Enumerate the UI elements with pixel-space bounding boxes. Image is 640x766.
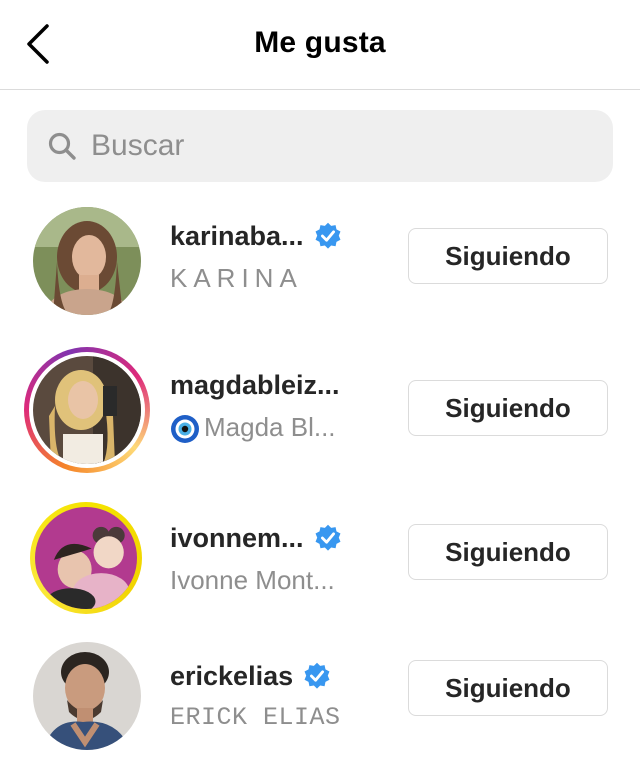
user-info: ivonnem... Ivonne Mont...	[170, 518, 390, 598]
user-info: erickelias ERICK ELIAS	[170, 656, 390, 736]
following-button[interactable]: Siguiendo	[408, 380, 608, 436]
user-info: magdableiz... Magda Bl...	[170, 365, 390, 445]
search-icon	[48, 132, 76, 160]
list-item[interactable]: magdableiz... Magda Bl... Siguiendo	[0, 347, 640, 477]
full-name-row: Magda Bl...	[170, 409, 390, 445]
verified-badge-icon	[315, 222, 341, 249]
search-bar[interactable]	[27, 110, 613, 182]
full-name: ERICK ELIAS	[170, 703, 341, 732]
list-item[interactable]: erickelias ERICK ELIAS Siguiendo	[0, 636, 640, 766]
following-button[interactable]: Siguiendo	[408, 228, 608, 284]
username: ivonnem...	[170, 522, 304, 553]
user-info: karinaba... KARINA	[170, 216, 390, 296]
nazar-eye-icon	[171, 415, 199, 444]
avatar[interactable]	[24, 198, 150, 324]
search-input[interactable]	[91, 129, 571, 163]
avatar[interactable]	[30, 502, 142, 614]
username: karinaba...	[170, 220, 304, 251]
username: magdableiz...	[170, 369, 340, 400]
following-button[interactable]: Siguiendo	[408, 524, 608, 580]
username: erickelias	[170, 660, 294, 691]
list-item[interactable]: karinaba... KARINA Siguiendo	[0, 198, 640, 328]
full-name: Magda Bl...	[204, 412, 336, 442]
following-button[interactable]: Siguiendo	[408, 660, 608, 716]
top-bar: Me gusta	[0, 0, 640, 90]
list-item[interactable]: ivonnem... Ivonne Mont... Siguiendo	[0, 500, 640, 630]
full-name: Ivonne Mont...	[170, 565, 335, 595]
page-title: Me gusta	[254, 26, 386, 59]
avatar[interactable]	[24, 633, 150, 759]
avatar[interactable]	[24, 347, 150, 473]
verified-badge-icon	[315, 524, 340, 551]
full-name: KARINA	[170, 263, 303, 293]
verified-badge-icon	[304, 662, 330, 689]
